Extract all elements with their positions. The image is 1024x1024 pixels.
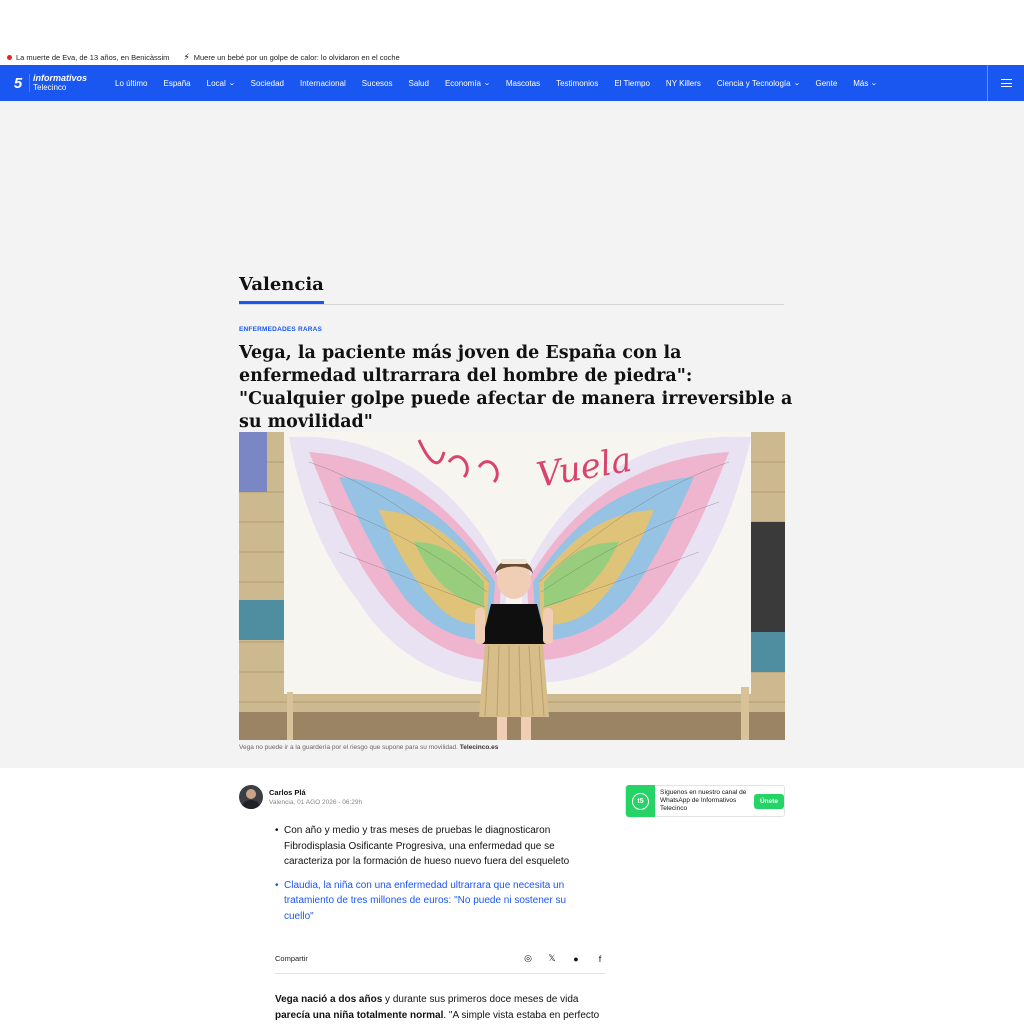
nav-item-label: Gente (815, 78, 838, 88)
whatsapp-card-text: Síguenos en nuestro canal de WhatsApp de… (659, 789, 747, 812)
nav-item-mascotas[interactable]: Mascotas (498, 79, 548, 88)
nav-item-label: Ciencia y Tecnología (716, 78, 791, 88)
whatsapp-icon: t5 (626, 785, 655, 817)
nav-item-label: Mascotas (505, 78, 541, 88)
article-kicker[interactable]: ENFERMEDADES RARAS (239, 326, 322, 333)
x-share-icon[interactable]: 𝕏 (547, 953, 557, 964)
nav-item-sociedad[interactable]: Sociedad (243, 79, 292, 88)
body-bold-1: Vega nació a dos años (275, 994, 383, 1005)
share-label: Compartir (275, 954, 308, 963)
nav-item-internacional[interactable]: Internacional (292, 79, 354, 88)
body-bold-2: parecía una niña totalmente normal (275, 1010, 444, 1021)
nav-item-salud[interactable]: Salud (400, 79, 436, 88)
chevron-down-icon: ⌄ (792, 80, 801, 87)
whatsapp-join-button[interactable]: Únete (753, 793, 784, 809)
nav-item-label: Testimonios (556, 78, 599, 88)
hamburger-icon (1000, 79, 1012, 87)
chevron-down-icon: ⌄ (483, 80, 491, 87)
share-icons: ◎ 𝕏 ● f (523, 953, 605, 964)
facebook-share-icon[interactable]: f (595, 954, 605, 964)
nav-item-lo-ultimo[interactable]: Lo último (107, 79, 155, 88)
nav-item-label: Lo último (115, 78, 148, 88)
article-summary-list: Con año y medio y tras meses de pruebas … (275, 823, 595, 932)
body-text-1: y durante sus primeros doce meses de vid… (382, 994, 579, 1005)
nav-item-label: Local (206, 78, 226, 88)
nav-item-local[interactable]: Local ⌄ (199, 79, 243, 88)
logo-separator (29, 74, 30, 92)
logo-top-text: informativos (33, 73, 88, 83)
breaking-item-1-text: La muerte de Eva, de 13 años, en Benicàs… (16, 52, 170, 62)
author-dateline: Valencia, 01 AGO 2026 - 06:29h (269, 799, 363, 806)
site-logo[interactable]: 5 informativos Telecinco (11, 74, 87, 92)
author-name[interactable]: Carlos Plá (269, 788, 362, 797)
article-body-paragraph: Vega nació a dos años y durante sus prim… (275, 992, 605, 1024)
caption-text: Vega no puede ir a la guardería por el r… (239, 744, 458, 751)
related-article-link[interactable]: Claudia, la niña con una enfermedad ultr… (275, 878, 595, 925)
nav-item-ciencia[interactable]: Ciencia y Tecnología ⌄ (709, 79, 808, 88)
nav-item-sucesos[interactable]: Sucesos (354, 79, 401, 88)
share-bar: Compartir ◎ 𝕏 ● f (275, 944, 605, 974)
caption-source: Telecinco.es (459, 744, 499, 751)
summary-item: Con año y medio y tras meses de pruebas … (275, 823, 595, 870)
whatsapp-share-icon[interactable]: ◎ (523, 953, 533, 964)
body-text-2: . "A simple vista estaba en perfecto (443, 1010, 600, 1021)
nav-item-label: Más (853, 78, 869, 88)
main-nav: 5 informativos Telecinco Lo último Españ… (0, 65, 1024, 101)
breaking-item-2[interactable]: ⚡︎ Muere un bebé por un golpe de calor: … (183, 51, 400, 62)
hamburger-menu-button[interactable] (987, 65, 1024, 101)
author-avatar[interactable] (239, 785, 263, 809)
nav-item-label: Economía (444, 78, 481, 88)
nav-item-testimonios[interactable]: Testimonios (548, 79, 606, 88)
messenger-share-icon[interactable]: ● (571, 954, 581, 964)
nav-item-label: Sociedad (250, 78, 284, 88)
article-main-photo: Vuela (239, 432, 785, 740)
nav-item-gente[interactable]: Gente (807, 79, 845, 88)
nav-item-label: Salud (408, 78, 429, 88)
nav-item-el-tiempo[interactable]: El Tiempo (606, 79, 658, 88)
section-header: Valencia (239, 273, 784, 305)
breaking-news-bar: La muerte de Eva, de 13 años, en Benicàs… (0, 49, 1024, 65)
article-headline: Vega, la paciente más joven de España co… (239, 343, 793, 432)
author-block: Carlos Plá Valencia, 01 AGO 2026 - 06:29… (239, 785, 362, 809)
live-dot-icon (7, 54, 12, 60)
nav-item-label: Sucesos (361, 78, 393, 88)
nav-item-mas[interactable]: Más ⌄ (845, 79, 885, 88)
nav-item-label: NY Killers (665, 78, 701, 88)
channel-five-icon: 5 (13, 74, 23, 92)
logo-bottom-text: Telecinco (33, 83, 67, 92)
nav-item-ny-killers[interactable]: NY Killers (658, 79, 709, 88)
breaking-item-2-text: Muere un bebé por un golpe de calor: lo … (193, 52, 400, 62)
nav-item-label: Internacional (299, 78, 346, 88)
photo-illustration: Vuela (239, 432, 785, 740)
nav-item-espana[interactable]: España (155, 79, 198, 88)
nav-item-label: El Tiempo (614, 78, 650, 88)
logo-wordmark: informativos Telecinco (33, 73, 88, 93)
chevron-down-icon: ⌄ (227, 80, 236, 87)
nav-item-economia[interactable]: Economía ⌄ (437, 79, 498, 88)
nav-item-label: España (163, 78, 191, 88)
section-title[interactable]: Valencia (239, 273, 324, 304)
breaking-item-1[interactable]: La muerte de Eva, de 13 años, en Benicàs… (7, 53, 169, 62)
chevron-down-icon: ⌄ (870, 80, 879, 87)
photo-caption: Vega no puede ir a la guardería por el r… (239, 744, 498, 751)
whatsapp-channel-card[interactable]: t5 Síguenos en nuestro canal de WhatsApp… (625, 785, 785, 817)
nav-menu: Lo último España Local ⌄ Sociedad Interna… (107, 79, 885, 88)
lightning-icon: ⚡︎ (183, 51, 190, 62)
